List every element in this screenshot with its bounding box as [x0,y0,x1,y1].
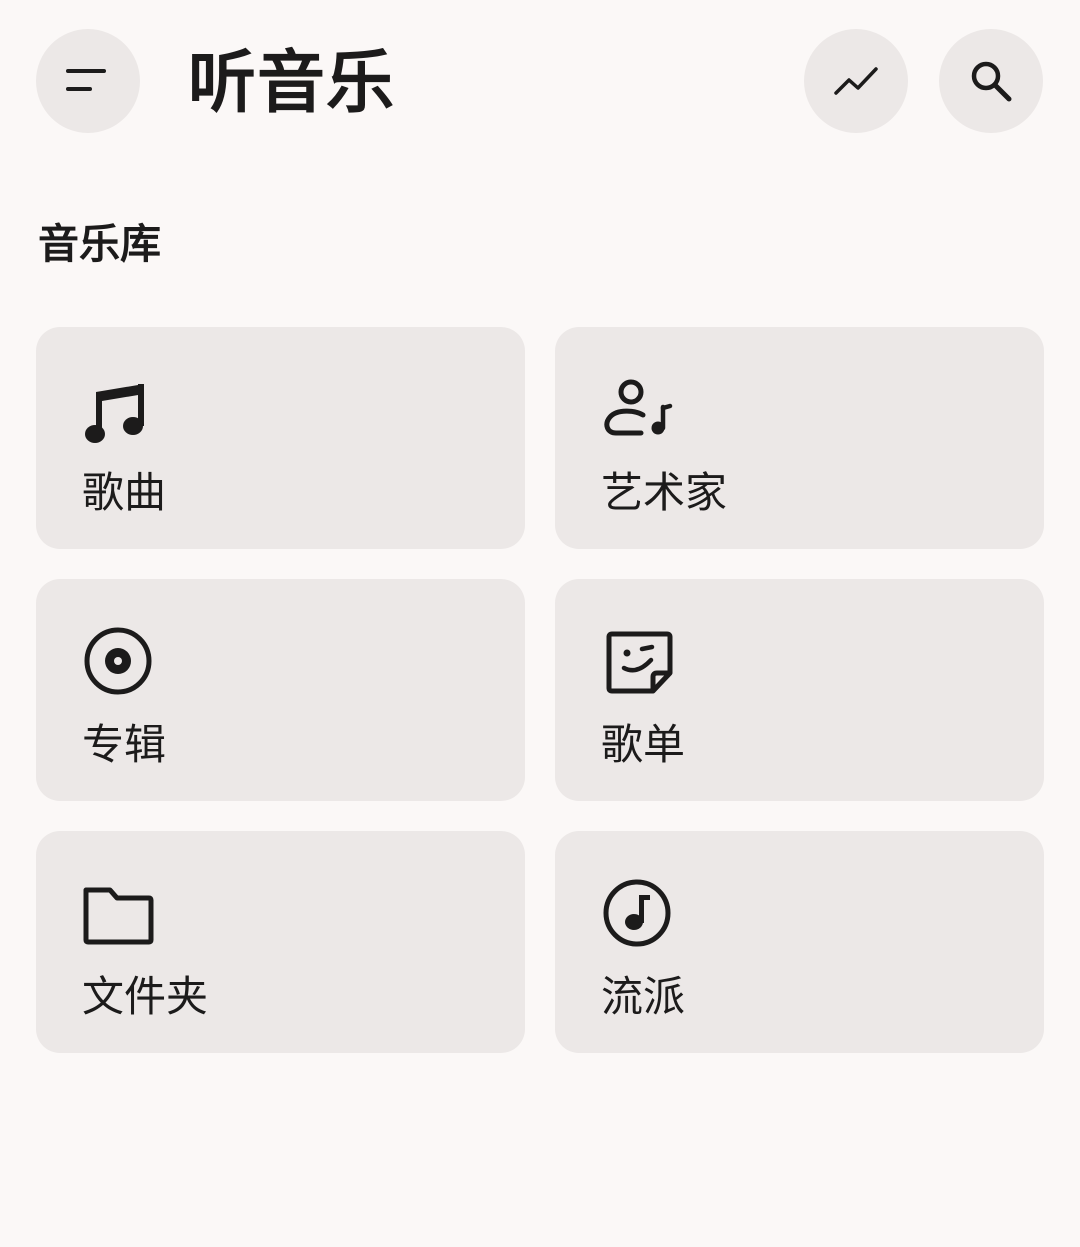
library-card-genres[interactable]: 流派 [555,831,1044,1053]
playlist-icon [599,625,679,705]
library-card-label: 专辑 [82,720,167,769]
trending-button[interactable] [804,29,908,133]
library-card-albums[interactable]: 专辑 [36,579,525,801]
library-card-label: 流派 [601,972,686,1021]
folder-icon [80,877,160,957]
album-icon [80,625,160,705]
library-card-label: 歌单 [601,720,686,769]
library-grid: 歌曲 艺术家 专辑 歌单 文件夹 流派 [36,327,1044,1053]
section-title: 音乐库 [38,220,161,268]
genre-icon [599,877,679,957]
library-card-playlists[interactable]: 歌单 [555,579,1044,801]
library-card-folders[interactable]: 文件夹 [36,831,525,1053]
menu-button[interactable] [36,29,140,133]
menu-icon [64,57,112,105]
search-icon [967,57,1015,105]
artist-icon [599,373,679,453]
search-button[interactable] [939,29,1043,133]
library-card-label: 文件夹 [82,972,209,1021]
library-card-label: 艺术家 [601,468,728,517]
library-card-label: 歌曲 [82,468,167,517]
library-card-songs[interactable]: 歌曲 [36,327,525,549]
trending-icon [832,57,880,105]
library-card-artists[interactable]: 艺术家 [555,327,1044,549]
page-title: 听音乐 [188,44,396,123]
music-note-icon [80,373,160,453]
